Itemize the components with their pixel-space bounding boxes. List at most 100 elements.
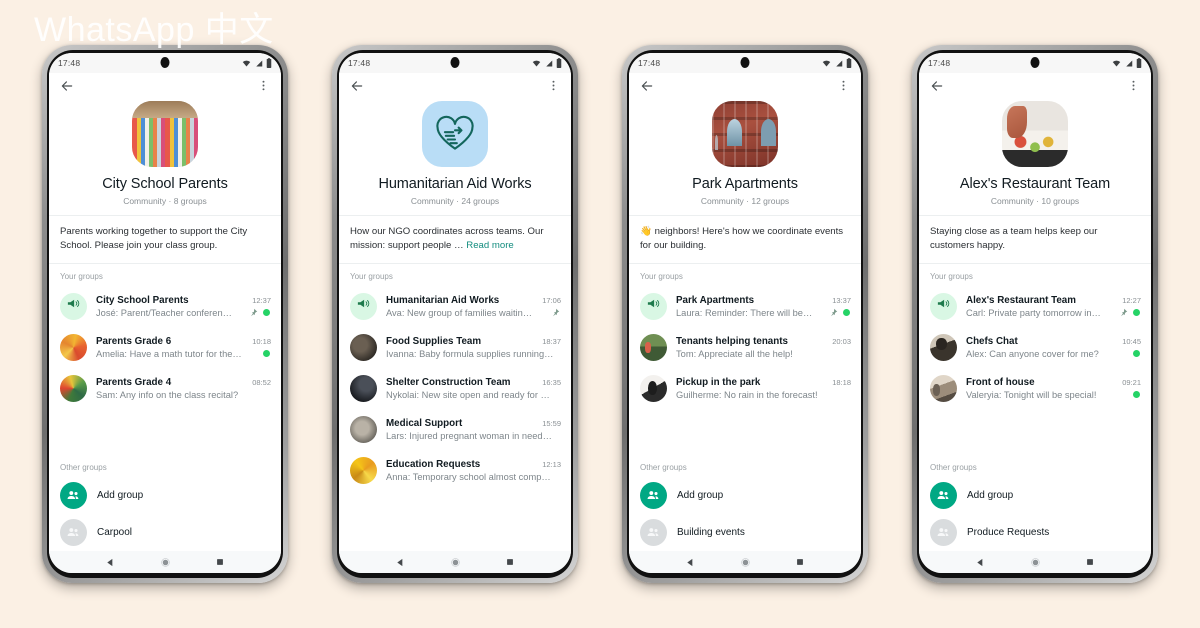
android-navigation-bar — [339, 551, 571, 573]
group-avatar — [350, 292, 377, 320]
nav-back-triangle-icon[interactable] — [975, 557, 986, 568]
group-message-preview: Guilherme: No rain in the forecast! — [676, 389, 818, 400]
back-arrow-icon[interactable] — [60, 79, 74, 93]
community-name: City School Parents — [102, 176, 228, 192]
status-time: 17:48 — [928, 58, 951, 68]
community-avatar[interactable] — [1002, 101, 1068, 167]
group-list-item[interactable]: Park Apartments 13:37 Laura: Reminder: The… — [629, 285, 861, 327]
community-avatar-image — [712, 101, 778, 167]
group-message-preview: Anna: Temporary school almost comp… — [386, 471, 551, 482]
group-row-preview-line: Ivanna: Baby formula supplies running … — [386, 349, 561, 359]
group-list-item[interactable]: Parents Grade 6 10:18 Amelia: Have a math … — [49, 326, 281, 368]
community-avatar[interactable] — [132, 101, 198, 167]
group-timestamp: 18:18 — [832, 377, 851, 387]
overflow-menu-icon[interactable] — [837, 79, 850, 92]
battery-icon — [846, 58, 852, 68]
group-title: Pickup in the park — [676, 376, 761, 388]
nav-recents-square-icon[interactable] — [795, 557, 805, 567]
group-list-item[interactable]: Chefs Chat 10:45 Alex: Can anyone cover fo… — [919, 326, 1151, 368]
group-message-preview: Alex: Can anyone cover for me? — [966, 348, 1099, 359]
group-avatar — [60, 333, 87, 361]
community-avatar-image — [132, 101, 198, 167]
group-row-preview-line: Laura: Reminder: There will be… — [676, 308, 851, 318]
group-row-title-line: Parents Grade 6 10:18 — [96, 336, 271, 347]
nav-recents-square-icon[interactable] — [505, 557, 515, 567]
group-placeholder-icon — [640, 519, 667, 546]
overflow-menu-icon[interactable] — [1127, 79, 1140, 92]
unread-indicator-dot — [1133, 391, 1140, 399]
group-list-item[interactable]: Medical Support 15:59 Lars: Injured pregna… — [339, 408, 571, 450]
nav-recents-square-icon[interactable] — [1085, 557, 1095, 567]
group-avatar — [350, 374, 377, 402]
nav-back-triangle-icon[interactable] — [105, 557, 116, 568]
status-icons — [532, 58, 562, 68]
overflow-menu-icon[interactable] — [547, 79, 560, 92]
status-icons — [242, 58, 272, 68]
group-title: Education Requests — [386, 458, 481, 470]
read-more-link[interactable]: Read more — [466, 240, 513, 251]
phone-mockup-1: 17:48 City School Parents Community · 8 gr… — [42, 45, 288, 583]
group-avatar-image — [930, 333, 957, 361]
group-list-item[interactable]: Education Requests 12:13 Anna: Temporary s… — [339, 449, 571, 491]
your-groups-section: Your groups Park Apartments 13:37 Laura: Re… — [629, 263, 861, 455]
other-group-row[interactable]: Building events — [629, 514, 861, 551]
nav-home-circle-icon[interactable] — [450, 557, 461, 568]
back-arrow-icon[interactable] — [350, 79, 364, 93]
group-list-item[interactable]: Alex's Restaurant Team 12:27 Carl: Private… — [919, 285, 1151, 327]
add-group-row[interactable]: Add group — [919, 477, 1151, 514]
nav-recents-square-icon[interactable] — [215, 557, 225, 567]
signal-icon — [254, 59, 263, 68]
community-avatar[interactable] — [422, 101, 488, 167]
group-row-title-line: Education Requests 12:13 — [386, 459, 561, 470]
battery-icon — [266, 58, 272, 68]
community-meta: Community · 10 groups — [990, 196, 1080, 206]
status-bar: 17:48 — [919, 53, 1151, 73]
back-arrow-icon[interactable] — [930, 79, 944, 93]
app-bar — [49, 73, 281, 99]
nav-home-circle-icon[interactable] — [1030, 557, 1041, 568]
your-groups-section: Your groups Humanitarian Aid Works 17:06 Av… — [339, 263, 571, 551]
group-title: Chefs Chat — [966, 335, 1018, 347]
status-bar: 17:48 — [339, 53, 571, 73]
status-icons — [1112, 58, 1142, 68]
group-list-item[interactable]: Food Supplies Team 18:37 Ivanna: Baby form… — [339, 326, 571, 368]
add-group-row[interactable]: Add group — [629, 477, 861, 514]
community-description-text: 👋 neighbors! Here's how we coordinate ev… — [640, 226, 844, 251]
back-arrow-icon[interactable] — [640, 79, 654, 93]
group-list-item[interactable]: City School Parents 12:37 José: Parent/Tea… — [49, 285, 281, 327]
nav-back-triangle-icon[interactable] — [395, 557, 406, 568]
signal-icon — [544, 59, 553, 68]
phone-screen: 17:48 City School Parents Community · 8 gr… — [49, 53, 281, 573]
group-timestamp: 12:13 — [542, 459, 561, 469]
phone-bezel: 17:48 Humanitarian Aid Works Community · 2… — [337, 50, 573, 578]
group-row-title-line: City School Parents 12:37 — [96, 295, 271, 306]
overflow-menu-icon[interactable] — [257, 79, 270, 92]
group-avatar-image — [350, 456, 377, 484]
group-row-preview-line: Valeryia: Tonight will be special! — [966, 390, 1141, 400]
community-avatar[interactable] — [712, 101, 778, 167]
group-title: Humanitarian Aid Works — [386, 294, 500, 306]
nav-back-triangle-icon[interactable] — [685, 557, 696, 568]
group-avatar-image — [640, 333, 667, 361]
other-group-row[interactable]: Produce Requests — [919, 514, 1151, 551]
other-group-row[interactable]: Carpool — [49, 514, 281, 551]
add-group-row[interactable]: Add group — [49, 477, 281, 514]
add-group-label: Add group — [677, 490, 724, 501]
group-list-item[interactable]: Tenants helping tenants 20:03 Tom: Appreci… — [629, 326, 861, 368]
megaphone-icon — [356, 296, 371, 316]
community-description: 👋 neighbors! Here's how we coordinate ev… — [629, 216, 861, 264]
nav-home-circle-icon[interactable] — [740, 557, 751, 568]
group-timestamp: 10:18 — [252, 336, 271, 346]
wifi-icon — [532, 59, 541, 68]
group-row-title-line: Medical Support 15:59 — [386, 418, 561, 429]
group-list-item[interactable]: Shelter Construction Team 16:35 Nykolai: N… — [339, 367, 571, 409]
group-list-item[interactable]: Front of house 09:21 Valeryia: Tonight wil… — [919, 367, 1151, 409]
group-list-item[interactable]: Humanitarian Aid Works 17:06 Ava: New grou… — [339, 285, 571, 327]
group-row-body: City School Parents 12:37 José: Parent/Tea… — [96, 295, 271, 318]
unread-indicator-dot — [843, 309, 850, 317]
group-list-item[interactable]: Pickup in the park 18:18 Guilherme: No rai… — [629, 367, 861, 409]
group-timestamp: 13:37 — [832, 295, 851, 305]
group-list-item[interactable]: Parents Grade 4 08:52 Sam: Any info on the… — [49, 367, 281, 409]
nav-home-circle-icon[interactable] — [160, 557, 171, 568]
group-avatar-image — [60, 333, 87, 361]
